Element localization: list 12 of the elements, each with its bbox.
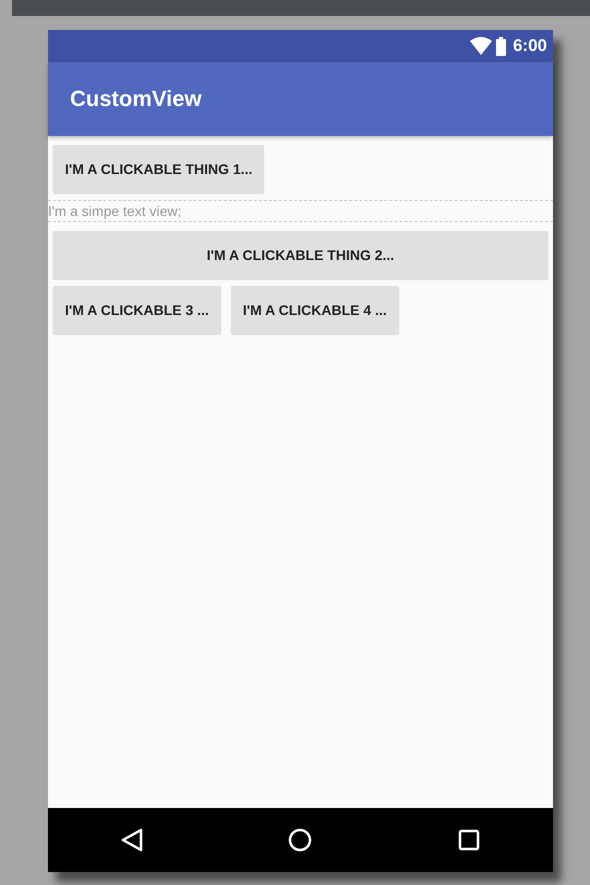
back-icon[interactable]: [120, 828, 143, 852]
clickable-button[interactable]: I'M A CLICKABLE THING 2...: [53, 231, 548, 279]
text-view: I'm a simpe text view;: [48, 200, 553, 222]
clickable-button[interactable]: I'M A CLICKABLE THING 1...: [53, 145, 264, 193]
battery-icon: [496, 36, 506, 56]
clickable-button[interactable]: I'M A CLICKABLE 3 ...: [53, 286, 221, 334]
clickable-button[interactable]: I'M A CLICKABLE 4 ...: [230, 286, 399, 334]
home-icon[interactable]: [288, 828, 312, 852]
app-title: CustomView: [70, 86, 202, 112]
clock-time: 6:00: [512, 36, 547, 56]
wifi-icon: [470, 37, 492, 55]
recents-icon[interactable]: [458, 829, 480, 851]
